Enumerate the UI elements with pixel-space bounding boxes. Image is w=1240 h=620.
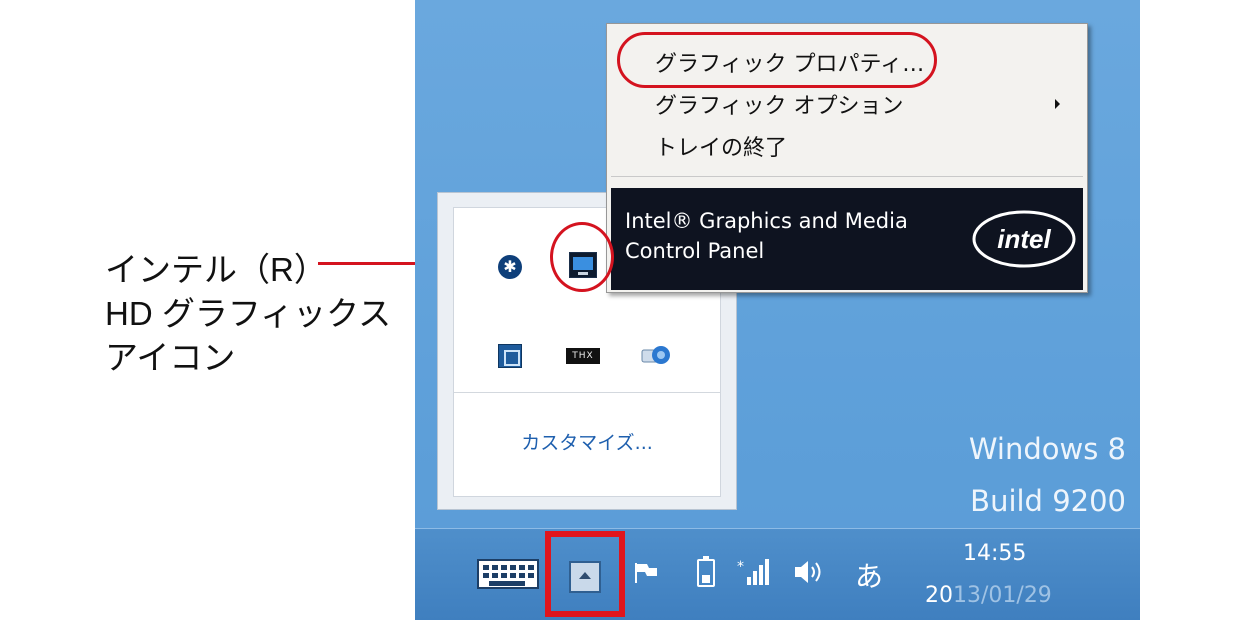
ime-mode-indicator[interactable]: あ [855,555,883,595]
build-number-watermark: Build 9200 [970,484,1126,518]
taskbar: * あ 14:55 2013/01/29 [415,528,1140,620]
banner-line-1: Intel® Graphics and Media [625,209,908,233]
show-hidden-icons-button[interactable] [569,561,601,593]
clock-date-obscured: 13/01/29 [953,583,1052,608]
callout-label: インテル（R） HD グラフィックス アイコン [105,248,391,380]
callout-line-3: アイコン [105,339,236,376]
hidden-icons-highlight-box [545,531,625,617]
svg-text:intel: intel [997,224,1051,254]
volume-icon[interactable] [792,557,824,587]
chevron-up-icon [579,572,591,579]
wireless-signal-icon[interactable]: * [737,557,771,587]
screenshot-page: インテル（R） HD グラフィックス アイコン Windows 8 Build … [0,0,1240,620]
menu-separator [611,176,1083,177]
clock-date-visible: 20 [925,583,953,608]
clock-time[interactable]: 14:55 [963,541,1026,566]
battery-icon[interactable] [697,556,715,587]
submenu-arrow-icon [1055,99,1060,109]
document-app-icon[interactable] [498,344,522,368]
popup-divider [454,392,720,393]
bluetooth-icon[interactable]: ✱ [498,255,522,279]
callout-line-1: インテル（R） [105,251,327,288]
intel-context-menu: グラフィック プロパティ… グラフィック オプション トレイの終了 Intel®… [606,23,1088,293]
intel-logo: intel [972,210,1076,268]
svg-text:*: * [737,559,744,575]
intel-icon-highlight-circle [550,222,614,292]
intel-banner: Intel® Graphics and Media Control Panel … [611,188,1083,290]
callout-line-2: HD グラフィックス [105,295,392,332]
banner-text: Intel® Graphics and Media Control Panel [625,206,908,266]
menu-item-graphics-properties[interactable]: グラフィック プロパティ… [655,46,924,78]
clock-date[interactable]: 2013/01/29 [925,583,1052,608]
touch-keyboard-icon[interactable] [477,559,539,589]
banner-line-2: Control Panel [625,239,765,263]
menu-item-exit-tray[interactable]: トレイの終了 [655,130,787,162]
thx-audio-icon[interactable]: THX [566,348,600,364]
customize-link[interactable]: カスタマイズ... [454,428,720,455]
desktop: Windows 8 Build 9200 ✱ THX カスタマイズ... グラフ… [415,0,1140,620]
network-drive-icon[interactable] [641,344,671,366]
windows-version-watermark: Windows 8 [968,432,1126,466]
action-center-flag-icon[interactable] [633,561,661,585]
menu-item-graphics-options[interactable]: グラフィック オプション [655,88,904,120]
